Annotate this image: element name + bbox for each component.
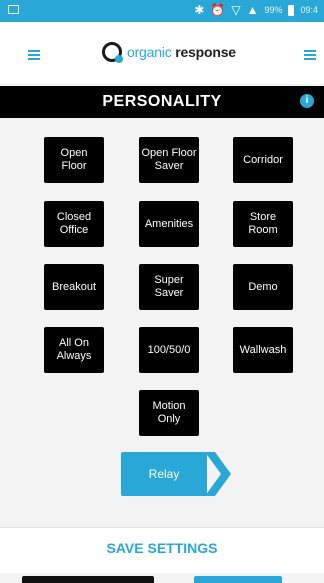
mode-button[interactable]: Wallwash xyxy=(233,327,293,373)
save-settings-bar[interactable]: SAVE SETTINGS xyxy=(0,527,324,573)
mode-button[interactable]: Open Floor xyxy=(44,137,104,183)
mode-button[interactable]: Super Saver xyxy=(139,264,199,310)
chevron-right-icon xyxy=(205,452,231,496)
logo-mark-icon xyxy=(102,42,123,63)
battery-icon xyxy=(288,4,295,16)
bluetooth-icon: ✱ xyxy=(194,3,205,17)
info-icon[interactable]: i xyxy=(300,94,314,108)
clock: 09:4 xyxy=(300,5,318,15)
logo-brand: organic xyxy=(127,44,172,60)
status-bar: ✱ ⏰ ▽ ▲ 99% 09:4 xyxy=(0,0,324,22)
alarm-icon: ⏰ xyxy=(210,3,226,17)
relay-button[interactable]: Relay xyxy=(121,452,231,496)
mode-button[interactable]: Open Floor Saver xyxy=(139,137,199,183)
screenshot-icon xyxy=(8,5,19,14)
relay-label: Relay xyxy=(121,452,207,496)
bottom-left-button[interactable] xyxy=(22,576,154,583)
mode-button[interactable]: Corridor xyxy=(233,137,293,183)
battery-percent: 99% xyxy=(264,5,283,15)
signal-icon: ▲ xyxy=(246,3,259,17)
status-icons: ✱ ⏰ ▽ ▲ 99% 09:4 xyxy=(194,3,318,17)
mode-button[interactable]: Amenities xyxy=(139,201,199,247)
mode-button[interactable]: Store Room xyxy=(233,201,293,247)
personality-bar: PERSONALITY i xyxy=(0,86,324,118)
mode-button[interactable]: Motion Only xyxy=(139,390,199,436)
page-title: PERSONALITY xyxy=(102,93,222,110)
mode-button[interactable]: Closed Office xyxy=(44,201,104,247)
mode-button[interactable]: All On Always xyxy=(44,327,104,373)
app-header: organic response xyxy=(0,22,324,84)
mode-button[interactable]: 100/50/0 xyxy=(139,327,199,373)
logo: organic response xyxy=(102,42,236,63)
logo-suffix: response xyxy=(175,44,236,60)
wifi-icon: ▽ xyxy=(231,3,241,17)
save-settings-button[interactable]: SAVE SETTINGS xyxy=(0,540,324,556)
mode-button[interactable]: Breakout xyxy=(44,264,104,310)
logo-text: organic response xyxy=(127,44,236,60)
bottom-right-button[interactable] xyxy=(194,576,282,583)
mode-button[interactable]: Demo xyxy=(233,264,293,310)
menu-icon[interactable] xyxy=(28,50,40,60)
settings-menu-icon[interactable] xyxy=(304,50,316,60)
